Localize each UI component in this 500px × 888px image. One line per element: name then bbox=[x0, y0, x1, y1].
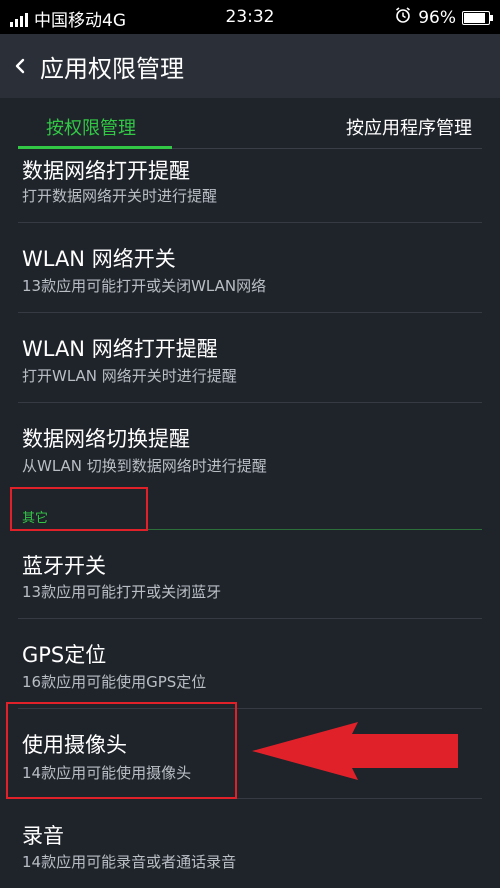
list-item-title: GPS定位 bbox=[22, 643, 107, 667]
tab-by-permission[interactable]: 按权限管理 bbox=[46, 114, 136, 140]
tab-bar: 按权限管理 按应用程序管理 bbox=[0, 98, 500, 150]
list-item-title: 录音 bbox=[22, 824, 64, 848]
highlight-box-section bbox=[10, 487, 148, 531]
chevron-left-icon bbox=[15, 58, 25, 74]
list-item-title: WLAN 网络打开提醒 bbox=[22, 337, 218, 361]
status-bar: 中国移动4G 23:32 96% bbox=[0, 0, 500, 34]
list-item-title: 蓝牙开关 bbox=[22, 554, 106, 578]
list-item-gps[interactable]: GPS定位 16款应用可能使用GPS定位 bbox=[0, 619, 500, 709]
highlight-box-camera bbox=[6, 702, 237, 799]
list-item-data-network-reminder[interactable]: 数据网络打开提醒 打开数据网络开关时进行提醒 bbox=[0, 150, 500, 224]
active-tab-indicator bbox=[18, 146, 172, 149]
list-item-data-switch-reminder[interactable]: 数据网络切换提醒 从WLAN 切换到数据网络时进行提醒 bbox=[0, 403, 500, 487]
list-item-subtitle: 从WLAN 切换到数据网络时进行提醒 bbox=[22, 457, 267, 475]
title-bar: 应用权限管理 bbox=[0, 34, 500, 98]
status-right: 96% bbox=[394, 6, 493, 29]
list-item-subtitle: 16款应用可能使用GPS定位 bbox=[22, 673, 207, 691]
list-item-subtitle: 打开数据网络开关时进行提醒 bbox=[22, 187, 218, 205]
list-item-title: WLAN 网络开关 bbox=[22, 247, 176, 271]
page-title: 应用权限管理 bbox=[40, 54, 184, 83]
back-button[interactable] bbox=[0, 57, 40, 75]
battery-icon bbox=[462, 10, 493, 25]
list-item-subtitle: 13款应用可能打开或关闭WLAN网络 bbox=[22, 277, 267, 295]
list-item-subtitle: 13款应用可能打开或关闭蓝牙 bbox=[22, 583, 222, 601]
list-item-wlan-switch[interactable]: WLAN 网络开关 13款应用可能打开或关闭WLAN网络 bbox=[0, 223, 500, 313]
alarm-icon bbox=[394, 6, 412, 29]
list-item-subtitle: 打开WLAN 网络开关时进行提醒 bbox=[22, 367, 237, 385]
tab-by-app[interactable]: 按应用程序管理 bbox=[346, 114, 472, 140]
list-item-title: 数据网络切换提醒 bbox=[22, 427, 190, 451]
list-item-bluetooth[interactable]: 蓝牙开关 13款应用可能打开或关闭蓝牙 bbox=[0, 530, 500, 618]
list-item-title: 数据网络打开提醒 bbox=[22, 159, 190, 183]
list-item-wlan-open-reminder[interactable]: WLAN 网络打开提醒 打开WLAN 网络开关时进行提醒 bbox=[0, 313, 500, 403]
list-item-recording[interactable]: 录音 14款应用可能录音或者通话录音 bbox=[0, 799, 500, 888]
battery-percent: 96% bbox=[418, 7, 456, 28]
red-arrow-icon bbox=[252, 722, 458, 780]
list-item-subtitle: 14款应用可能录音或者通话录音 bbox=[22, 853, 237, 871]
